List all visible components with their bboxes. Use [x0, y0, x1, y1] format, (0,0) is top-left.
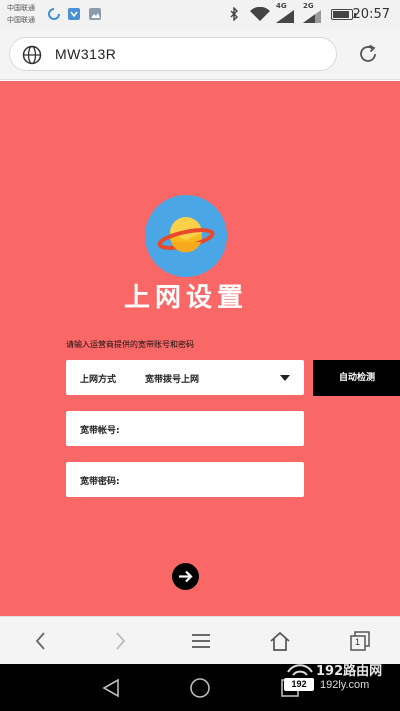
site-watermark: 192路由网 192 192ly.com [284, 662, 400, 711]
signal-icon [276, 10, 294, 23]
broadband-account-label: 宽带帐号: [80, 426, 120, 436]
url-text: MW313R [55, 46, 117, 62]
home-icon[interactable] [268, 630, 292, 652]
nav-home-icon[interactable] [189, 677, 211, 699]
tab-count: 1 [355, 637, 361, 647]
connection-type-value: 宽带拨号上网 [145, 375, 200, 385]
sync-icon [48, 8, 60, 20]
planet-logo-icon [145, 195, 227, 277]
signal-icon [303, 10, 321, 23]
app-icon [68, 8, 80, 20]
broadband-password-field[interactable]: 宽带密码: [66, 462, 304, 497]
network-type-2: 2G [303, 2, 314, 10]
reload-icon[interactable] [356, 42, 380, 66]
auto-detect-button[interactable]: 自动检测 [313, 360, 400, 396]
watermark-url: 192ly.com [320, 679, 370, 691]
browser-address-bar: MW313R [0, 30, 400, 80]
dropdown-caret-icon [280, 375, 290, 381]
menu-icon[interactable] [190, 630, 212, 652]
nav-back-icon[interactable] [100, 677, 122, 699]
battery-level [333, 11, 349, 18]
status-time: 20:57 [352, 7, 390, 22]
carrier-label-1: 中国联通 [7, 4, 35, 12]
instruction-text: 请输入运营商提供的宽带账号和密码 [66, 340, 194, 349]
watermark-site-name: 192路由网 [316, 664, 383, 679]
router-setup-page: 上网设置 请输入运营商提供的宽带账号和密码 上网方式 宽带拨号上网 自动检测 宽… [0, 81, 400, 616]
status-bar: 中国联通 中国联通 4G 2G 20:57 [0, 0, 400, 30]
back-icon[interactable] [32, 630, 50, 652]
carrier-label-2: 中国联通 [7, 16, 35, 24]
globe-icon [22, 45, 42, 65]
gallery-icon [89, 8, 101, 20]
wifi-watermark-icon [287, 664, 313, 676]
bluetooth-icon [230, 7, 238, 21]
tabs-button[interactable]: 1 [349, 630, 371, 652]
url-field[interactable]: MW313R [9, 37, 337, 71]
battery-icon [331, 9, 356, 20]
next-button[interactable] [172, 563, 199, 590]
broadband-password-label: 宽带密码: [80, 477, 120, 487]
connection-type-select[interactable]: 上网方式 宽带拨号上网 [66, 360, 304, 395]
page-title: 上网设置 [123, 283, 248, 313]
connection-type-label: 上网方式 [80, 375, 117, 385]
wifi-icon [250, 7, 270, 21]
watermark-badge: 192 [284, 678, 314, 691]
browser-toolbar: 1 [0, 616, 400, 664]
broadband-account-field[interactable]: 宽带帐号: [66, 411, 304, 446]
network-type-1: 4G [276, 2, 287, 10]
forward-icon[interactable] [111, 630, 129, 652]
arrow-right-icon [179, 570, 193, 583]
